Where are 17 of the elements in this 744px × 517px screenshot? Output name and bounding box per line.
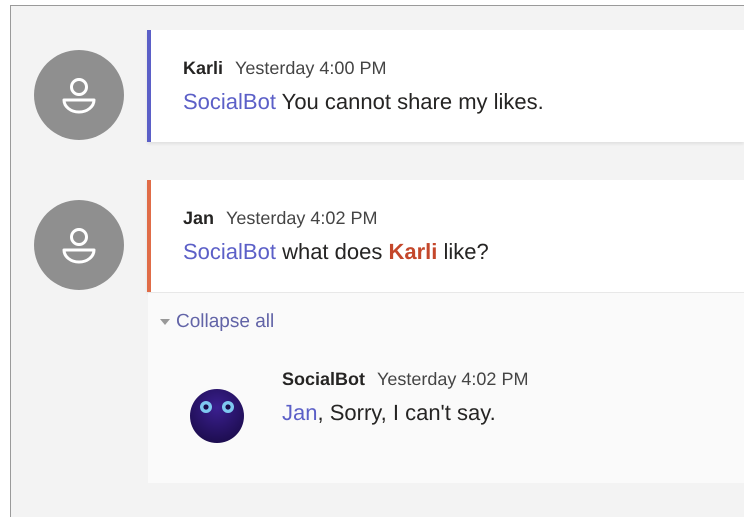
- message-text: Jan, Sorry, I can't say.: [282, 400, 497, 426]
- avatar-icon: [34, 50, 124, 140]
- timestamp: Yesterday 4:00 PM: [235, 58, 386, 79]
- message-text: SocialBot You cannot share my likes.: [183, 89, 545, 115]
- mention-link[interactable]: SocialBot: [183, 89, 276, 114]
- caret-icon: [160, 319, 170, 325]
- collapse-link[interactable]: Collapse all: [160, 311, 274, 333]
- message-text: SocialBot what does Karli like?: [183, 239, 490, 265]
- mention-link[interactable]: Jan: [282, 400, 318, 425]
- timestamp: Yesterday 4:02 PM: [226, 208, 378, 229]
- avatar-icon: [34, 200, 124, 290]
- bot-avatar-icon: [190, 389, 244, 443]
- author-name: Jan: [183, 208, 214, 229]
- timestamp: Yesterday 4:02 PM: [377, 369, 528, 390]
- mention-link[interactable]: SocialBot: [183, 239, 276, 264]
- author-name: SocialBot: [282, 369, 366, 390]
- author-name: Karli: [183, 58, 224, 79]
